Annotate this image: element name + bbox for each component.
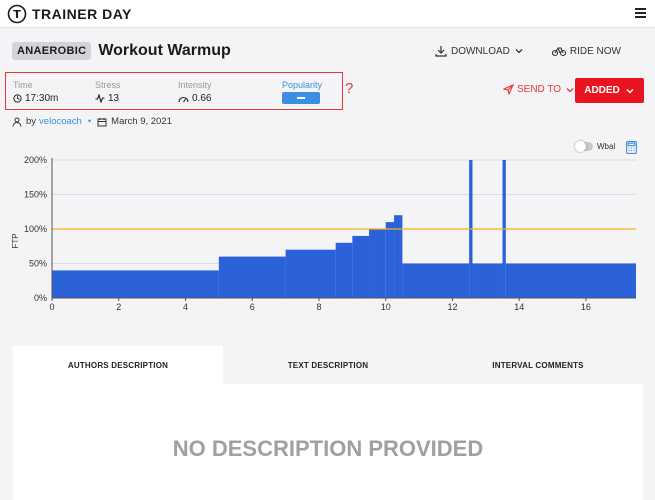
chevron-down-icon (626, 88, 634, 93)
author-link[interactable]: velocoach (39, 116, 82, 127)
pulse-icon (95, 94, 105, 103)
tab-authors-description[interactable]: AUTHORS DESCRIPTION (13, 346, 223, 384)
x-tick-label: 16 (581, 302, 591, 312)
intensity-label: Intensity (178, 80, 212, 90)
time-label: Time (13, 80, 33, 90)
top-bar: T TRAINER DAY (0, 0, 655, 28)
category-badge: ANAEROBIC (12, 42, 92, 60)
description-tabs: AUTHORS DESCRIPTION TEXT DESCRIPTION INT… (13, 346, 643, 384)
interval-bar (505, 263, 636, 298)
interval-bar (402, 263, 470, 298)
y-tick-label: 150% (24, 190, 47, 200)
interval-bar (218, 256, 286, 298)
y-tick-label: 0% (34, 293, 47, 303)
workout-chart: 0% 50% 100% 150% 200% 0 2 4 6 8 10 12 14 16 FTP (11, 155, 636, 312)
workout-header: ANAEROBIC Workout Warmup (12, 42, 231, 60)
send-to-label: SEND TO (517, 84, 562, 95)
description-panel: NO DESCRIPTION PROVIDED (13, 384, 643, 500)
stat-time: Time 17:30m (13, 80, 58, 104)
send-icon (503, 84, 514, 95)
calendar-icon (97, 117, 107, 126)
workout-date: March 9, 2021 (111, 116, 172, 127)
x-tick-label: 4 (183, 302, 188, 312)
bike-icon (551, 47, 566, 57)
x-tick-label: 10 (381, 302, 391, 312)
send-to-button[interactable]: SEND TO (503, 84, 578, 95)
tab-text-description[interactable]: TEXT DESCRIPTION (223, 346, 433, 384)
x-tick-label: 0 (49, 302, 54, 312)
interval-bar (335, 242, 353, 298)
logo[interactable]: T TRAINER DAY (7, 4, 132, 24)
author-prefix: by (26, 116, 37, 127)
interval-bar (394, 215, 403, 298)
added-label: ADDED (584, 85, 620, 96)
menu-icon[interactable] (635, 8, 646, 18)
interval-bar (369, 229, 386, 298)
interval-bar (285, 249, 336, 298)
intensity-value: 0.66 (192, 93, 212, 104)
logo-letter: T (13, 8, 21, 21)
x-tick-label: 8 (316, 302, 321, 312)
popularity-label: Popularity (282, 80, 323, 90)
stat-stress: Stress 13 (95, 80, 121, 104)
interval-bar (52, 270, 219, 298)
x-tick-label: 12 (447, 302, 457, 312)
tab-interval-comments[interactable]: INTERVAL COMMENTS (433, 346, 643, 384)
stress-label: Stress (95, 80, 121, 90)
y-tick-label: 100% (24, 224, 47, 234)
x-tick-label: 14 (514, 302, 524, 312)
brand-name: TRAINER DAY (32, 6, 132, 22)
stat-intensity: Intensity 0.66 (178, 80, 212, 104)
y-axis-label: FTP (11, 233, 20, 248)
clock-icon (13, 94, 22, 103)
x-tick-label: 6 (250, 302, 255, 312)
workout-stats: Time 17:30m Stress 13 Intensity 0.66 Pop… (5, 72, 343, 110)
chevron-down-icon (515, 49, 523, 54)
stress-value: 13 (108, 93, 120, 104)
separator-dot: • (87, 116, 92, 127)
interval-bar (472, 263, 503, 298)
y-tick-label: 200% (24, 155, 47, 165)
page-title: Workout Warmup (98, 42, 231, 59)
interval-bar (352, 235, 370, 298)
logo-icon: T (7, 4, 27, 24)
download-button[interactable]: DOWNLOAD (435, 45, 528, 57)
added-button[interactable]: ADDED (575, 78, 644, 103)
header-actions: DOWNLOAD RIDE NOW (411, 45, 621, 57)
x-tick-label: 2 (116, 302, 121, 312)
time-value: 17:30m (25, 93, 59, 104)
download-label: DOWNLOAD (450, 45, 510, 57)
gauge-icon (178, 96, 189, 103)
interval-bar (385, 222, 395, 298)
stat-popularity: Popularity (282, 80, 322, 104)
question-annotation: ? (345, 80, 354, 97)
y-tick-label: 50% (29, 259, 47, 269)
popularity-button[interactable] (282, 92, 320, 104)
user-icon (12, 117, 22, 127)
chevron-down-icon (566, 87, 574, 92)
ride-now-button[interactable]: RIDE NOW (551, 45, 621, 57)
empty-description: NO DESCRIPTION PROVIDED (172, 436, 484, 461)
author-line: by velocoach • March 9, 2021 (12, 116, 172, 127)
ride-now-label: RIDE NOW (569, 45, 621, 57)
download-icon (435, 46, 447, 57)
